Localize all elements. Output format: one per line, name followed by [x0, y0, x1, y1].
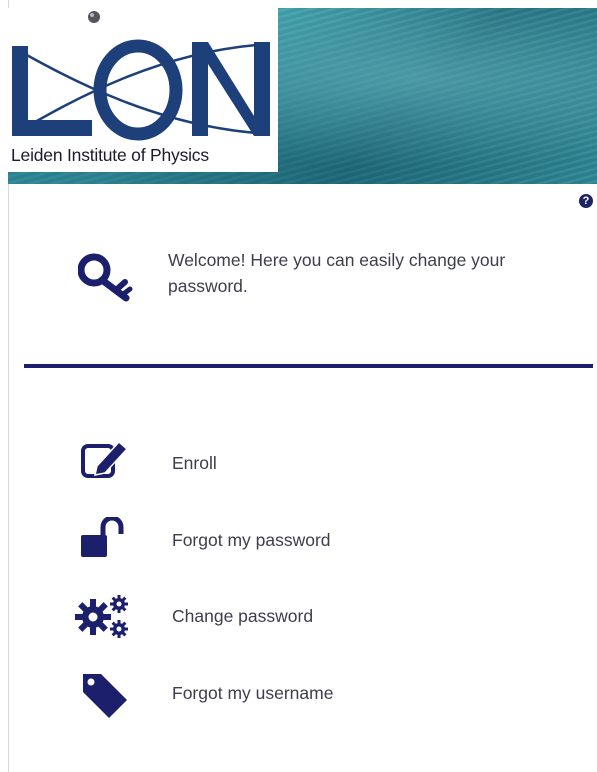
institute-logo: Leiden Institute of Physics: [8, 8, 278, 172]
lion-logo-graphic: [12, 11, 271, 141]
logo-sphere: [88, 11, 100, 23]
unlock-icon: [81, 517, 124, 557]
menu-item-enroll[interactable]: Enroll: [75, 440, 495, 488]
welcome-message: Welcome! Here you can easily change your…: [168, 250, 506, 296]
menu-item-label: Forgot my username: [172, 683, 334, 703]
menu-item-forgot-username[interactable]: Forgot my username: [75, 670, 495, 718]
menu-item-label: Change password: [172, 606, 314, 626]
edit-icon: [81, 440, 129, 478]
tag-icon: [83, 674, 127, 718]
section-divider: [24, 364, 593, 368]
menu-item-label: Enroll: [172, 453, 217, 473]
page: Leiden Institute of Physics ? Welcome! H…: [0, 0, 597, 772]
help-icon[interactable]: ?: [579, 194, 593, 208]
gears-icon: [75, 595, 128, 638]
menu-item-change-password[interactable]: Change password: [75, 593, 495, 641]
menu-item-forgot-password[interactable]: Forgot my password: [75, 517, 495, 565]
key-icon: [78, 253, 133, 302]
menu-item-label: Forgot my password: [172, 530, 331, 550]
logo-caption: Leiden Institute of Physics: [11, 145, 209, 165]
